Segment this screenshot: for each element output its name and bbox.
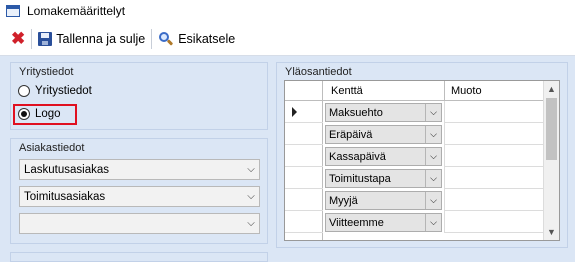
row-selector[interactable] — [285, 145, 323, 167]
row-selector[interactable] — [285, 189, 323, 211]
header-info-title: Yläosantiedot — [285, 66, 352, 78]
chevron-down-icon[interactable]: ⌵ — [425, 192, 441, 209]
chevron-down-icon[interactable]: ⌵ — [425, 214, 441, 231]
table-row-field-combo[interactable]: Myyjä ⌵ — [325, 191, 442, 210]
table-row-format-cell[interactable] — [444, 123, 544, 145]
customer-info-title: Asiakastiedot — [19, 142, 85, 154]
form-window-icon — [6, 5, 20, 17]
row-selector[interactable] — [285, 101, 323, 123]
scroll-up-icon[interactable]: ▲ — [544, 81, 559, 97]
toolbar: ✖ Tallenna ja sulje Esikatsele — [0, 22, 575, 56]
third-customer-combo[interactable]: ⌵ — [19, 213, 260, 234]
table-row-field-combo[interactable]: Maksuehto ⌵ — [325, 103, 442, 122]
preview-label: Esikatsele — [178, 31, 236, 46]
table-row-format-cell[interactable] — [444, 167, 544, 189]
field-value: Toimitustapa — [329, 172, 391, 185]
delete-button[interactable]: ✖ — [8, 27, 28, 51]
chevron-down-icon[interactable]: ⌵ — [243, 218, 259, 229]
field-value: Maksuehto — [329, 106, 383, 119]
preview-button[interactable]: Esikatsele — [155, 27, 238, 51]
vertical-scrollbar[interactable]: ▲ ▼ — [543, 81, 559, 240]
field-value: Viitteemme — [329, 216, 384, 229]
header-fields-grid[interactable]: Kenttä Muoto Maksuehto ⌵ Eräpäivä ⌵ Kass… — [284, 80, 560, 241]
radio-company-info-label: Yritystiedot — [35, 85, 92, 97]
customer-info-group: Asiakastiedot Laskutusasiakas ⌵ Toimitus… — [10, 138, 268, 244]
scroll-thumb[interactable] — [546, 98, 557, 160]
chevron-down-icon[interactable]: ⌵ — [243, 191, 259, 202]
highlight-box — [13, 104, 77, 125]
row-selector[interactable] — [285, 123, 323, 145]
current-row-arrow-icon — [292, 107, 297, 117]
field-value: Kassapäivä — [329, 150, 386, 163]
table-row-format-cell[interactable] — [444, 145, 544, 167]
column-header-field-label: Kenttä — [331, 84, 363, 97]
table-row-format-cell[interactable] — [444, 101, 544, 123]
field-value: Myyjä — [329, 194, 358, 207]
chevron-down-icon[interactable]: ⌵ — [425, 104, 441, 121]
chevron-down-icon[interactable]: ⌵ — [425, 148, 441, 165]
next-group-partial — [10, 252, 268, 262]
table-row-format-cell[interactable] — [444, 211, 544, 233]
column-header-format[interactable]: Muoto — [444, 81, 544, 101]
save-and-close-label: Tallenna ja sulje — [56, 31, 146, 46]
toolbar-separator — [31, 28, 33, 49]
billing-customer-value: Laskutusasiakas — [24, 163, 110, 176]
company-info-group: Yritystiedot Yritystiedot Logo — [10, 62, 268, 130]
scroll-down-icon[interactable]: ▼ — [544, 224, 559, 240]
field-value: Eräpäivä — [329, 128, 373, 141]
save-and-close-button[interactable]: Tallenna ja sulje — [35, 27, 148, 51]
company-info-title: Yritystiedot — [19, 66, 74, 78]
chevron-down-icon[interactable]: ⌵ — [243, 164, 259, 175]
grid-corner — [285, 81, 323, 101]
radio-circle[interactable] — [18, 85, 30, 97]
table-row-field-combo[interactable]: Toimitustapa ⌵ — [325, 169, 442, 188]
chevron-down-icon[interactable]: ⌵ — [425, 170, 441, 187]
table-row-field-combo[interactable]: Eräpäivä ⌵ — [325, 125, 442, 144]
column-header-field[interactable]: Kenttä — [323, 81, 444, 101]
delivery-customer-combo[interactable]: Toimitusasiakas ⌵ — [19, 186, 260, 207]
chevron-down-icon[interactable]: ⌵ — [425, 126, 441, 143]
window-title: Lomakemäärittelyt — [27, 4, 126, 18]
magnifier-icon — [158, 31, 174, 47]
table-row-field-combo[interactable]: Kassapäivä ⌵ — [325, 147, 442, 166]
billing-customer-combo[interactable]: Laskutusasiakas ⌵ — [19, 159, 260, 180]
row-selector[interactable] — [285, 211, 323, 233]
toolbar-separator — [151, 28, 153, 49]
table-row-field-combo[interactable]: Viitteemme ⌵ — [325, 213, 442, 232]
floppy-disk-icon — [38, 31, 53, 46]
radio-company-info[interactable]: Yritystiedot — [18, 85, 92, 97]
row-selector[interactable] — [285, 167, 323, 189]
title-bar: Lomakemäärittelyt — [0, 0, 575, 22]
red-x-icon: ✖ — [11, 29, 26, 48]
delivery-customer-value: Toimitusasiakas — [24, 190, 106, 203]
table-row-format-cell[interactable] — [444, 189, 544, 211]
column-header-format-label: Muoto — [451, 84, 482, 97]
